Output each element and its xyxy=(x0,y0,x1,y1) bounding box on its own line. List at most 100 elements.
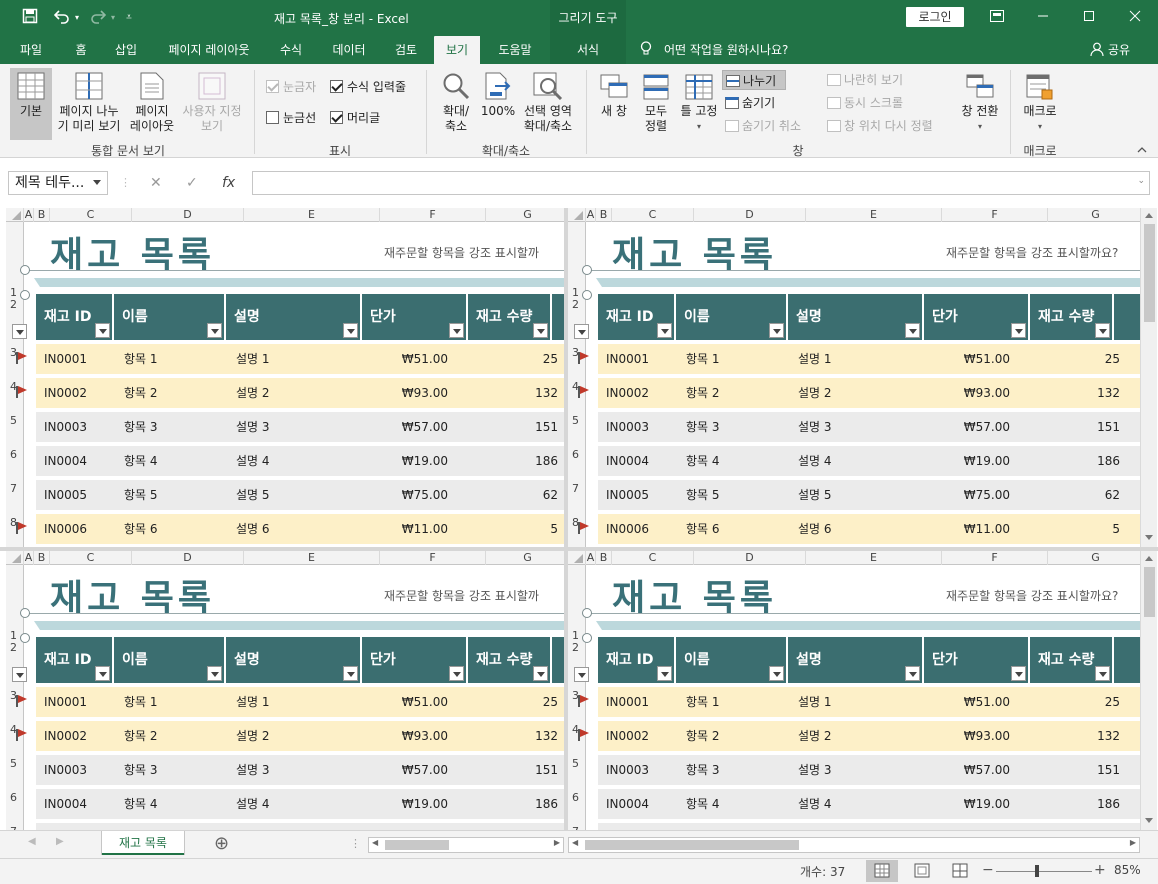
page-layout-view-button[interactable]: 페이지 레이아웃 xyxy=(126,68,178,140)
row-header[interactable]: 5 xyxy=(6,757,29,770)
scroll-right-icon[interactable]: ▶ xyxy=(554,838,560,847)
view-side-by-side-button[interactable]: 나란히 보기 xyxy=(824,70,924,90)
tab-formulas[interactable]: 수식 xyxy=(268,36,314,64)
table-header-cell[interactable]: 단가 xyxy=(924,294,1030,340)
horizontal-scrollbar-right[interactable]: ◀ ▶ xyxy=(568,837,1140,853)
table-header-cell[interactable]: 재고 수량 xyxy=(1030,637,1114,683)
select-all-corner[interactable] xyxy=(568,551,586,565)
cell-price[interactable]: ₩51.00 xyxy=(352,344,448,374)
cell-qty[interactable]: 62 xyxy=(1032,823,1120,830)
filter-dropdown-icon[interactable] xyxy=(905,323,920,338)
insert-function-icon[interactable]: fx xyxy=(222,171,235,195)
pane-top-right[interactable]: ABCDEFG123456789재고 목록재주문할 항목을 강조 표시할까요?재… xyxy=(568,208,1140,547)
scroll-up-icon[interactable] xyxy=(1145,556,1153,561)
cell-name[interactable]: 항목 2 xyxy=(686,721,720,751)
gridlines-checkbox[interactable]: 눈금선 xyxy=(266,111,316,126)
cell-price[interactable]: ₩57.00 xyxy=(914,412,1010,442)
column-header-a[interactable]: A xyxy=(586,551,596,565)
cell-desc[interactable]: 설명 3 xyxy=(798,412,832,442)
table-row[interactable]: IN0006 항목 6 설명 6 ₩11.00 5 xyxy=(36,514,564,544)
filter-dropdown-icon[interactable] xyxy=(449,323,464,338)
table-row[interactable]: IN0005 항목 5 설명 5 ₩75.00 62 xyxy=(598,823,1140,830)
table-row[interactable]: IN0003 항목 3 설명 3 ₩57.00 151 xyxy=(598,755,1140,785)
cell-desc[interactable]: 설명 1 xyxy=(798,344,832,374)
cell-qty[interactable]: 186 xyxy=(470,446,558,476)
unhide-button[interactable]: 숨기기 취소 xyxy=(722,116,812,136)
table-row[interactable]: IN0005 항목 5 설명 5 ₩75.00 62 xyxy=(36,823,564,830)
redo-icon[interactable] xyxy=(86,8,110,28)
login-button[interactable]: 로그인 xyxy=(906,7,964,27)
horizontal-split-bar[interactable] xyxy=(0,547,1158,551)
cell-name[interactable]: 항목 2 xyxy=(686,378,720,408)
add-sheet-icon[interactable]: ⊕ xyxy=(214,833,229,854)
split-button[interactable]: 나누기 xyxy=(722,70,786,90)
freeze-panes-button[interactable]: 틀 고정 ▾ xyxy=(678,68,720,140)
name-box[interactable]: 제목 테두... xyxy=(8,171,108,195)
customize-icon[interactable]: ⩡ xyxy=(122,8,136,28)
filter-dropdown-icon[interactable] xyxy=(343,323,358,338)
cell-desc[interactable]: 설명 4 xyxy=(798,789,832,819)
column-header-g[interactable]: G xyxy=(1048,208,1140,222)
cell-id[interactable]: IN0006 xyxy=(44,514,87,544)
cell-id[interactable]: IN0003 xyxy=(606,412,649,442)
table-header-cell[interactable]: 설명 xyxy=(226,294,362,340)
cell-desc[interactable]: 설명 1 xyxy=(798,687,832,717)
cell-name[interactable]: 항목 4 xyxy=(686,446,720,476)
select-all-corner[interactable] xyxy=(568,208,586,222)
cell-desc[interactable]: 설명 4 xyxy=(798,446,832,476)
table-header-cell[interactable]: 설명 xyxy=(788,637,924,683)
column-header-b[interactable]: B xyxy=(596,208,612,222)
cell-qty[interactable]: 62 xyxy=(1032,480,1120,510)
cell-qty[interactable]: 62 xyxy=(470,480,558,510)
row-header[interactable]: 5 xyxy=(568,757,591,770)
filter-dropdown-icon[interactable] xyxy=(574,667,589,682)
filter-dropdown-icon[interactable] xyxy=(1011,666,1026,681)
table-row[interactable]: IN0002 항목 2 설명 2 ₩93.00 132 xyxy=(36,721,564,751)
column-header-c[interactable]: C xyxy=(50,208,132,222)
cell-desc[interactable]: 설명 4 xyxy=(236,446,270,476)
table-header-cell[interactable]: 단가 xyxy=(924,637,1030,683)
cell-name[interactable]: 항목 3 xyxy=(124,755,158,785)
expand-formula-icon[interactable]: ⌄ xyxy=(1137,176,1145,186)
table-row[interactable]: IN0001 항목 1 설명 1 ₩51.00 25 xyxy=(598,687,1140,717)
select-all-corner[interactable] xyxy=(6,208,24,222)
cell-desc[interactable]: 설명 5 xyxy=(798,480,832,510)
cell-price[interactable]: ₩57.00 xyxy=(352,412,448,442)
zoom-selection-button[interactable]: 선택 영역 확대/축소 xyxy=(518,68,578,140)
cell-qty[interactable]: 186 xyxy=(1032,789,1120,819)
cell-qty[interactable]: 5 xyxy=(1032,514,1120,544)
macros-button[interactable]: 매크로 ▾ xyxy=(1016,68,1064,140)
filter-dropdown-icon[interactable] xyxy=(905,666,920,681)
cell-price[interactable]: ₩19.00 xyxy=(914,789,1010,819)
cell-qty[interactable]: 186 xyxy=(470,789,558,819)
cell-desc[interactable]: 설명 2 xyxy=(236,378,270,408)
column-header-a[interactable]: A xyxy=(24,208,34,222)
filter-dropdown-icon[interactable] xyxy=(12,667,27,682)
redo-dropdown-icon[interactable]: ▾ xyxy=(108,8,118,28)
table-header-cell[interactable]: 단가 xyxy=(362,637,468,683)
tab-data[interactable]: 데이터 xyxy=(322,36,376,64)
shape-handle-icon[interactable] xyxy=(20,633,30,643)
shape-handle-icon[interactable] xyxy=(582,608,592,618)
column-header-d[interactable]: D xyxy=(132,208,244,222)
cell-name[interactable]: 항목 6 xyxy=(686,514,720,544)
cell-price[interactable]: ₩11.00 xyxy=(914,514,1010,544)
cell-name[interactable]: 항목 1 xyxy=(686,687,720,717)
cell-desc[interactable]: 설명 1 xyxy=(236,687,270,717)
ruler-checkbox[interactable]: 눈금자 xyxy=(266,80,316,95)
cell-desc[interactable]: 설명 2 xyxy=(798,378,832,408)
cell-price[interactable]: ₩51.00 xyxy=(914,344,1010,374)
filter-dropdown-icon[interactable] xyxy=(769,666,784,681)
vertical-split-bar[interactable] xyxy=(564,208,568,830)
table-header-cell[interactable]: 이름 xyxy=(676,294,788,340)
zoom-in-icon[interactable]: + xyxy=(1094,862,1106,878)
cell-id[interactable]: IN0005 xyxy=(44,480,87,510)
cell-price[interactable]: ₩93.00 xyxy=(914,721,1010,751)
cell-id[interactable]: IN0004 xyxy=(44,446,87,476)
cell-desc[interactable]: 설명 5 xyxy=(236,480,270,510)
zoom-out-icon[interactable]: − xyxy=(982,862,994,878)
cell-name[interactable]: 항목 5 xyxy=(686,480,720,510)
filter-dropdown-icon[interactable] xyxy=(657,666,672,681)
page-break-preview-button[interactable]: 페이지 나누 기 미리 보기 xyxy=(54,68,124,140)
column-header-e[interactable]: E xyxy=(244,208,380,222)
